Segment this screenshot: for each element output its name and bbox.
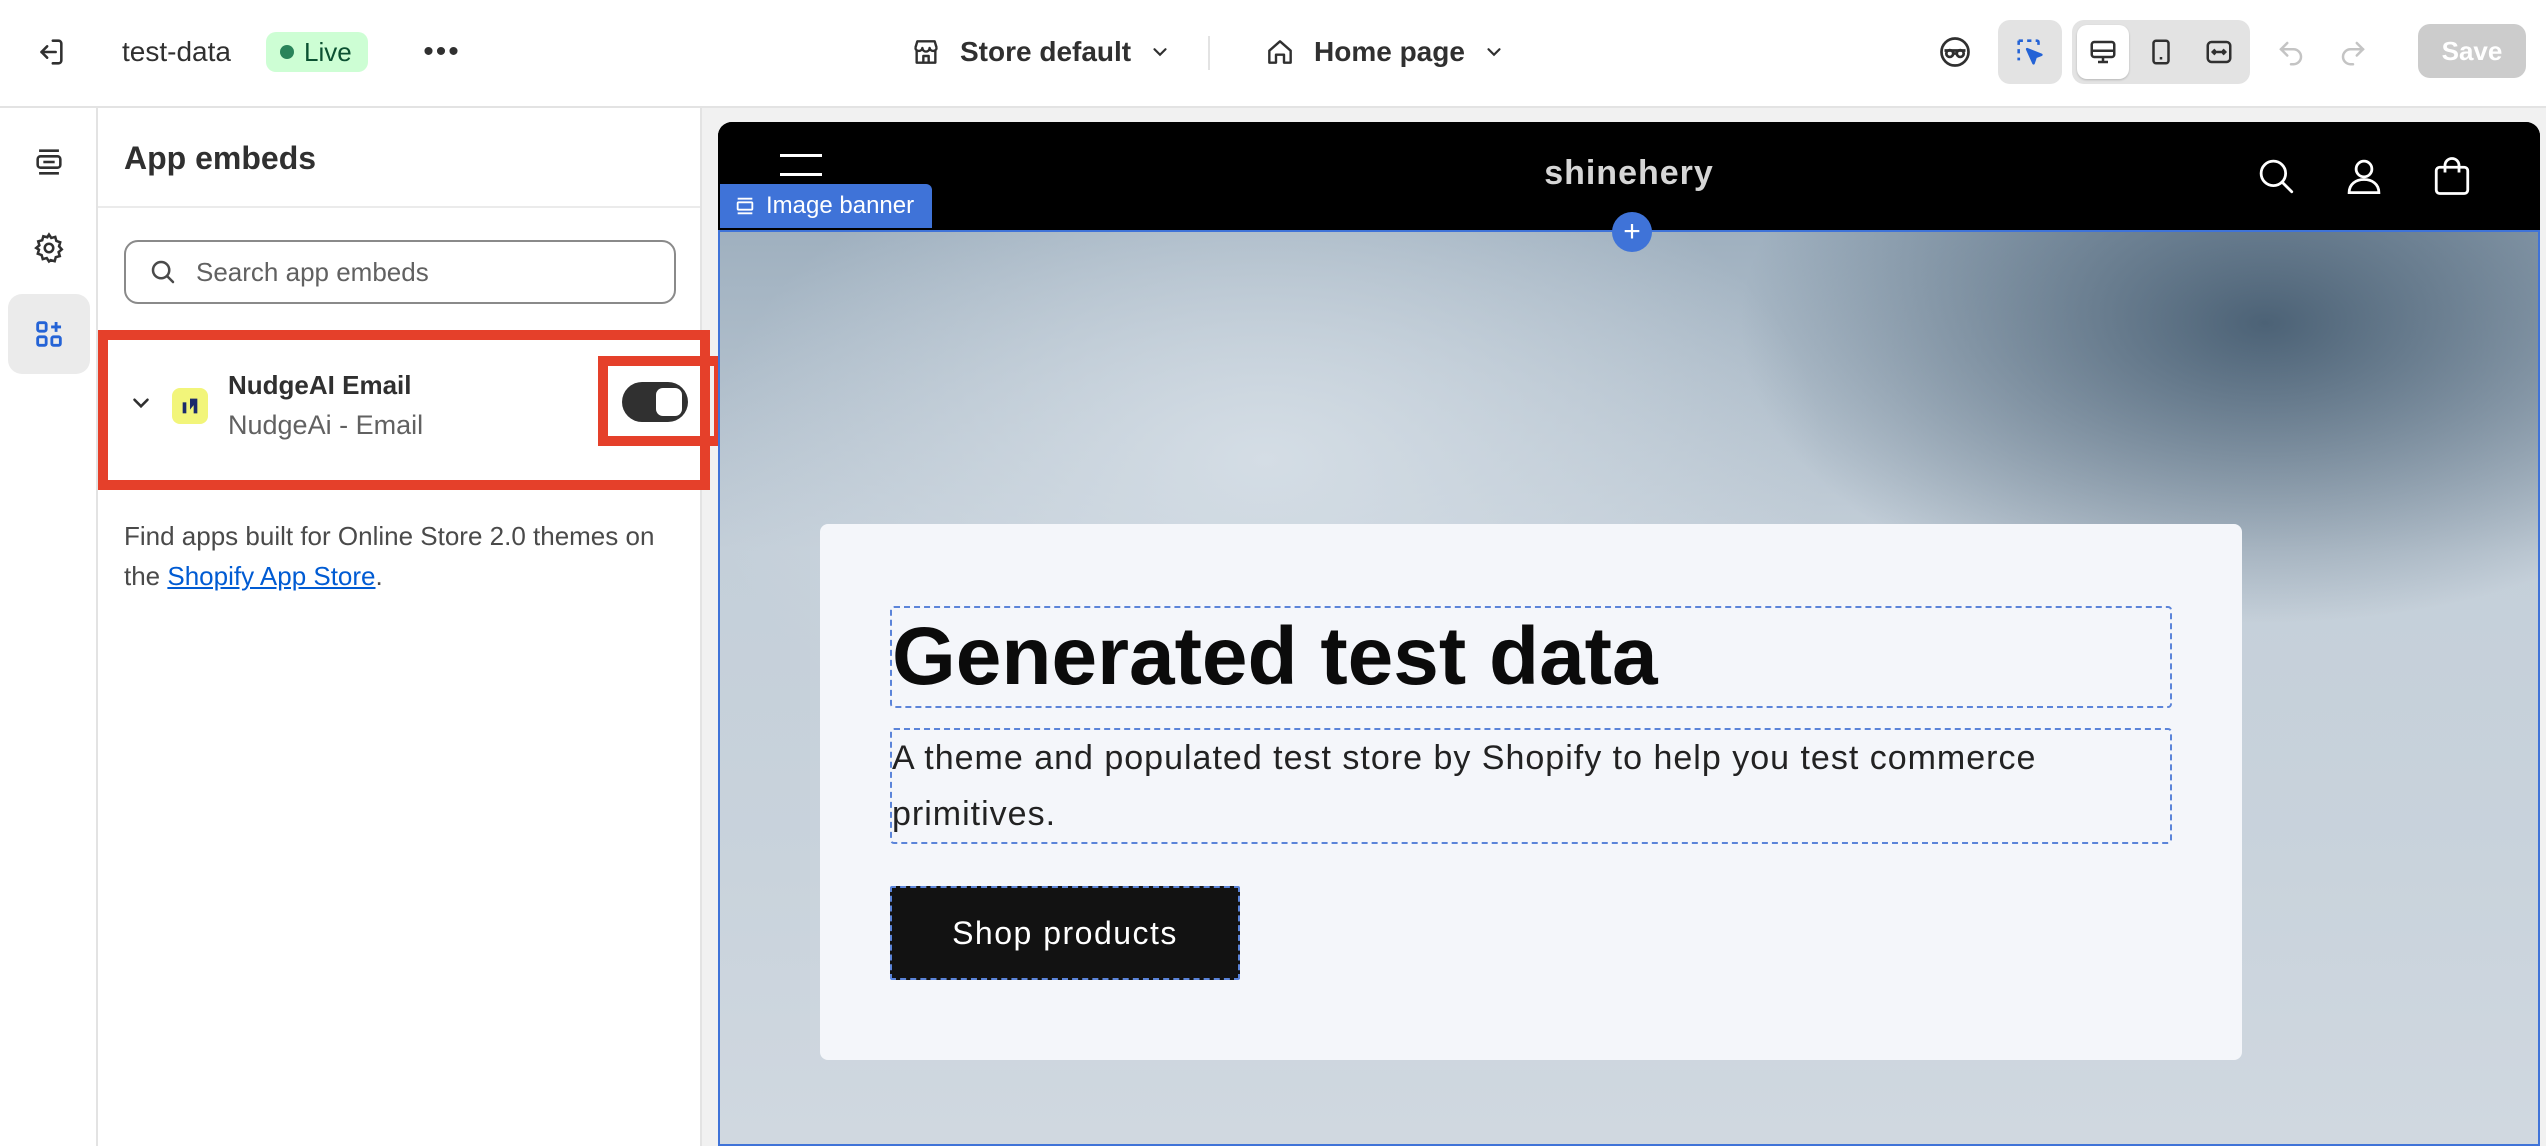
shopify-app-store-link[interactable]: Shopify App Store [167, 561, 375, 591]
left-rail [0, 108, 98, 1146]
image-banner-section[interactable]: Image banner + Generated test data A the… [718, 184, 2540, 1146]
home-icon [1268, 40, 1292, 64]
inspector-button[interactable] [1926, 23, 1984, 81]
app-embed-toggle[interactable] [622, 382, 688, 422]
live-label: Live [304, 36, 352, 67]
section-tag-label: Image banner [766, 192, 915, 219]
rail-sections-button[interactable] [8, 122, 90, 202]
store-selector[interactable]: Store default [900, 26, 1181, 78]
mobile-view-button[interactable] [2135, 25, 2187, 79]
undo-icon [2279, 41, 2303, 66]
help-text: Find apps built for Online Store 2.0 the… [124, 516, 684, 596]
exit-icon [40, 39, 63, 65]
page-selector[interactable]: Home page [1254, 26, 1515, 78]
add-section-button[interactable]: + [1612, 212, 1652, 252]
top-bar: test-data Live ••• Store default Home pa… [0, 0, 2546, 108]
search-icon [151, 260, 175, 284]
shop-products-button[interactable]: Shop products [890, 886, 1240, 980]
banner-content-card[interactable]: Generated test data A theme and populate… [820, 524, 2242, 1060]
store-icon [914, 40, 938, 64]
header-account-button[interactable] [2340, 152, 2388, 200]
toggle-highlight [598, 356, 724, 446]
sections-icon [36, 149, 62, 175]
fullwidth-view-button[interactable] [2193, 25, 2245, 79]
desktop-view-button[interactable] [2077, 25, 2129, 79]
store-name: test-data [122, 36, 231, 67]
chevron-down-icon[interactable] [128, 390, 154, 416]
page-selector-label: Home page [1314, 36, 1465, 67]
store-preview: shinehery Image banner + Generated test … [718, 122, 2540, 1146]
toggle-knob [656, 388, 682, 416]
search-field[interactable] [124, 240, 676, 304]
app-embeds-icon [36, 321, 62, 347]
device-toggle-group [2072, 20, 2250, 84]
chevron-down-icon [1487, 48, 1501, 57]
rail-app-embeds-button[interactable] [8, 294, 90, 374]
divider [98, 206, 700, 208]
section-icon [736, 197, 754, 215]
inspect-icon [1940, 37, 1970, 67]
hero-heading[interactable]: Generated test data [890, 606, 2172, 708]
live-dot-icon [280, 45, 294, 59]
redo-button[interactable] [2324, 24, 2382, 82]
desktop-icon [2090, 40, 2116, 64]
panel-title: App embeds [124, 140, 317, 176]
app-embed-subtitle: NudgeAi - Email [228, 410, 424, 440]
more-icon: ••• [423, 35, 461, 68]
hero-subtitle[interactable]: A theme and populated test store by Shop… [890, 728, 2172, 844]
cart-icon [2434, 157, 2470, 195]
nudgeai-app-icon [172, 388, 208, 424]
undo-button[interactable] [2262, 24, 2320, 82]
redo-icon [2341, 41, 2365, 66]
app-embed-name: NudgeAI Email [228, 370, 412, 400]
gear-icon [34, 232, 64, 264]
app-embed-row[interactable]: NudgeAI Email NudgeAi - Email [128, 356, 724, 460]
save-button[interactable]: Save [2418, 24, 2526, 78]
divider [1208, 36, 1210, 70]
help-text-suffix: . [375, 561, 383, 591]
account-icon [2347, 159, 2381, 195]
rail-settings-button[interactable] [8, 208, 90, 288]
select-cursor-icon [2017, 39, 2043, 65]
search-input[interactable] [196, 256, 666, 288]
chevron-down-icon [1153, 48, 1167, 57]
search-icon [2259, 159, 2294, 194]
section-tag[interactable]: Image banner [720, 184, 933, 228]
app-embed-item: NudgeAI Email NudgeAi - Email [98, 330, 724, 490]
header-cart-button[interactable] [2428, 152, 2476, 200]
fullwidth-icon [2206, 40, 2232, 64]
mobile-icon [2152, 39, 2170, 65]
theme-editor: test-data Live ••• Store default Home pa… [0, 0, 2546, 1146]
more-actions-button[interactable]: ••• [416, 30, 468, 74]
store-selector-label: Store default [960, 36, 1132, 67]
app-embeds-panel: App embeds NudgeAI Email NudgeAi - Email [98, 108, 724, 1146]
header-search-button[interactable] [2252, 152, 2300, 200]
exit-button[interactable] [24, 30, 76, 74]
select-element-button[interactable] [1998, 20, 2062, 84]
live-badge: Live [266, 32, 368, 72]
